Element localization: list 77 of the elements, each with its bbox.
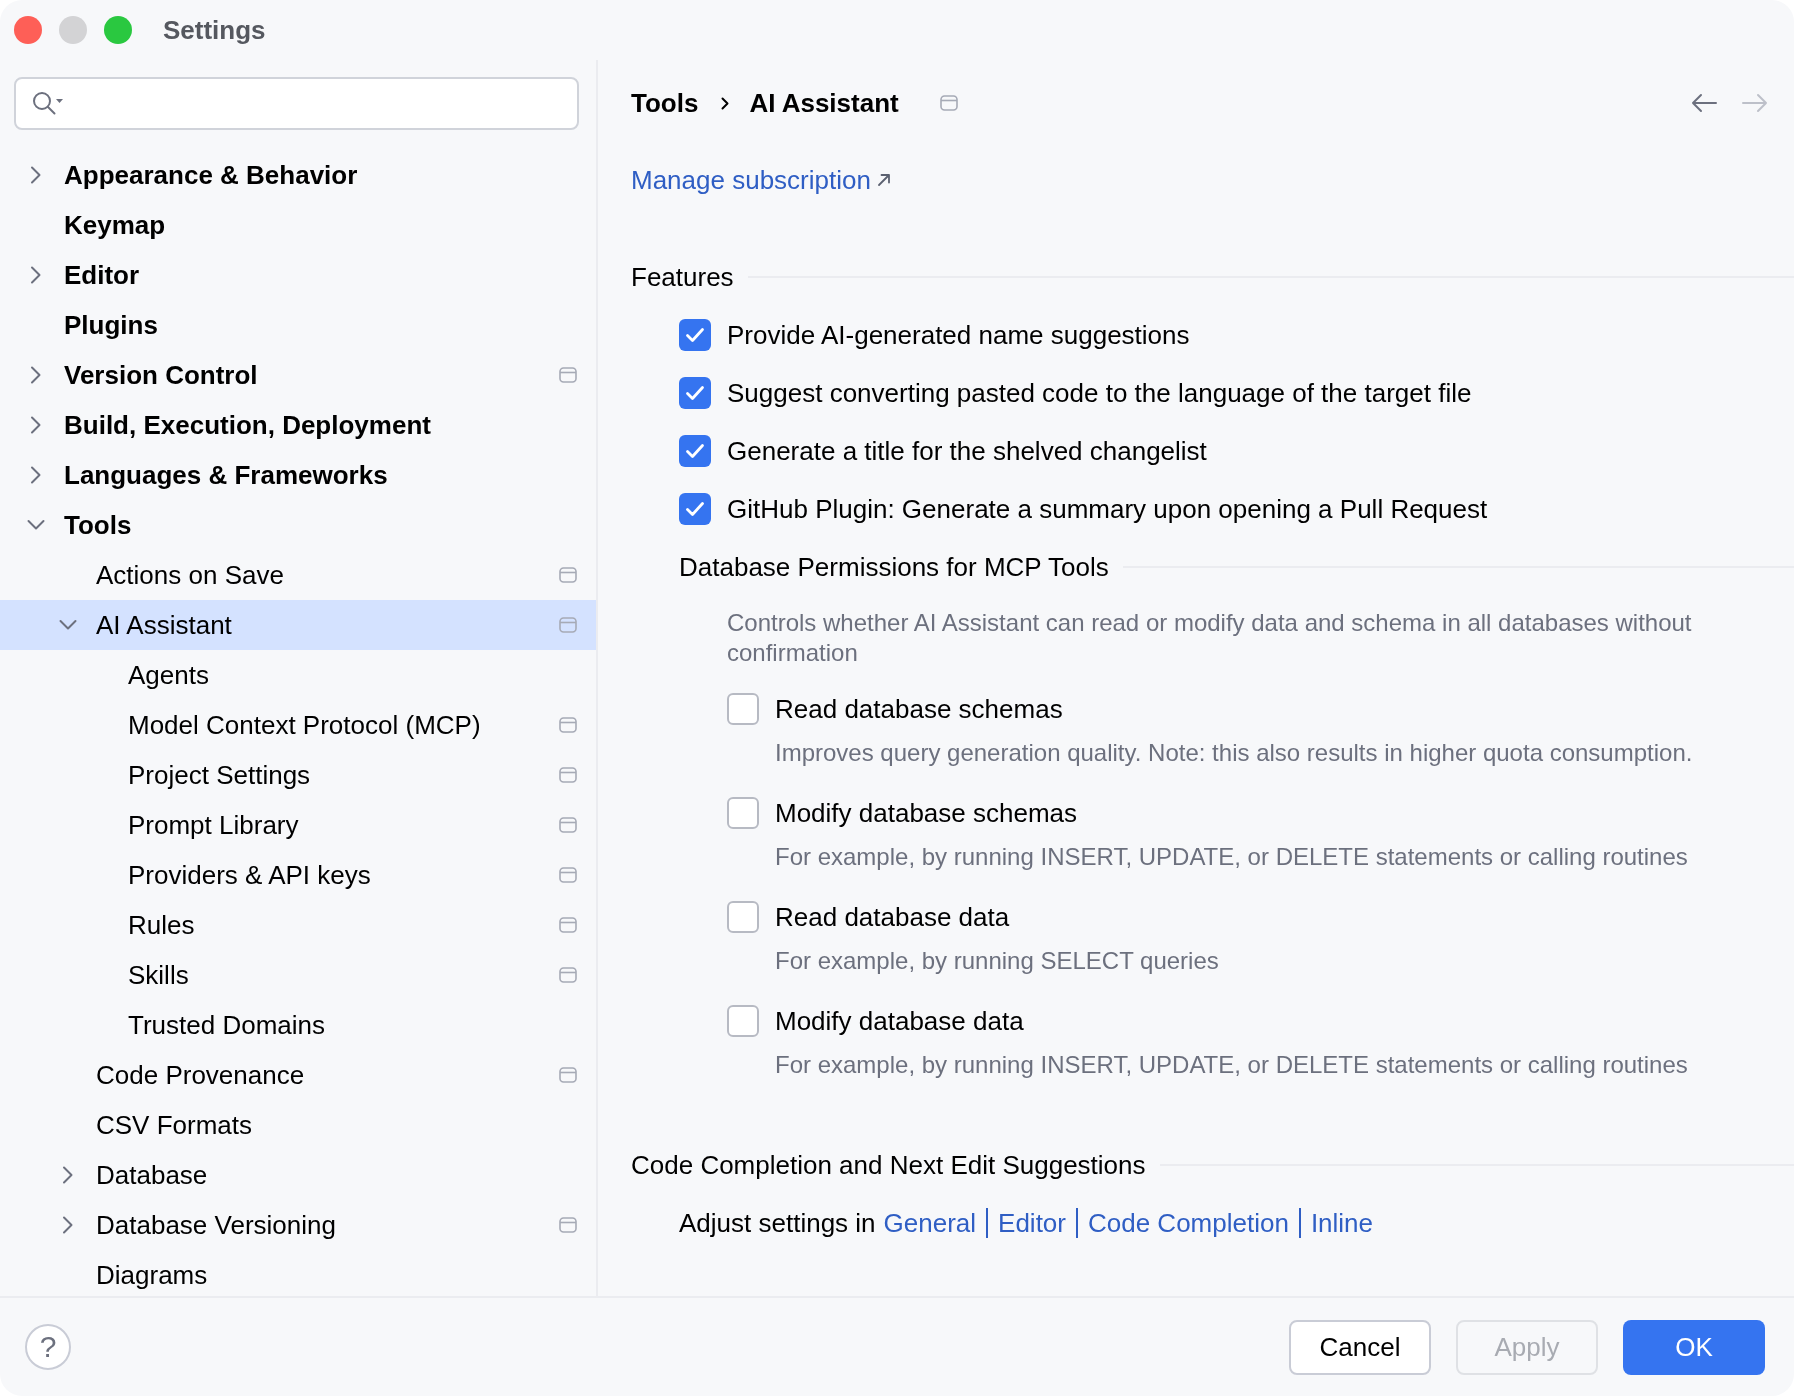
settings-link[interactable]: General <box>883 1208 977 1238</box>
checkbox-label: Read database schemas <box>775 694 1063 724</box>
checkbox[interactable] <box>727 693 759 725</box>
checkbox[interactable] <box>679 435 711 467</box>
checkbox-label: Modify database schemas <box>775 798 1078 828</box>
tree-item[interactable]: Agents <box>0 650 596 700</box>
section-title: Database Permissions for MCP Tools <box>679 552 1109 582</box>
tree-item[interactable]: Prompt Library <box>0 800 596 850</box>
settings-link[interactable]: Inline <box>1310 1208 1374 1238</box>
settings-link[interactable]: Editor <box>998 1208 1066 1238</box>
hint-text: For example, by running INSERT, UPDATE, or DELETE statements or calling routines <box>775 842 1688 872</box>
chevron-right-icon[interactable] <box>62 1166 74 1184</box>
tree-item[interactable]: Languages & Frameworks <box>0 450 596 500</box>
tree-item[interactable]: Trusted Domains <box>0 1000 596 1050</box>
tree-item[interactable]: Actions on Save <box>0 550 596 600</box>
chevron-right-icon[interactable] <box>30 466 42 484</box>
tree-item[interactable]: Tools <box>0 500 596 550</box>
left-arrow-icon[interactable] <box>1691 93 1717 113</box>
help-button[interactable]: ? <box>25 1324 71 1370</box>
chevron-right-icon[interactable] <box>30 266 42 284</box>
section-title: Code Completion and Next Edit Suggestions <box>631 1150 1146 1180</box>
checkmark-icon <box>685 443 705 459</box>
checkbox-label: Read database data <box>775 902 1010 932</box>
chevron-right-icon[interactable] <box>30 166 42 184</box>
checkbox-label: GitHub Plugin: Generate a summary upon opening a Pull Request <box>727 494 1488 524</box>
chevron-right-icon[interactable] <box>30 366 42 384</box>
dialog-button[interactable]: Cancel <box>1289 1319 1431 1375</box>
tree-item[interactable]: AI Assistant <box>0 600 596 650</box>
tree-item[interactable]: Code Provenance <box>0 1050 596 1100</box>
chevron-down-icon[interactable] <box>59 619 77 631</box>
checkmark-icon <box>685 501 705 517</box>
subscription-link[interactable]: Manage subscription <box>631 165 891 195</box>
breadcrumb-item: AI Assistant <box>749 88 899 118</box>
checkbox-label: Modify database data <box>775 1006 1024 1036</box>
tree-item[interactable]: Diagrams <box>0 1250 596 1296</box>
chevron-down-icon[interactable] <box>27 519 45 531</box>
checkbox[interactable] <box>679 493 711 525</box>
window-title: Settings <box>163 14 266 46</box>
checkbox-label: Provide AI-generated name suggestions <box>727 320 1190 350</box>
tree-item[interactable]: Keymap <box>0 200 596 250</box>
tree-item[interactable]: Database <box>0 1150 596 1200</box>
checkmark-icon <box>685 327 705 343</box>
tree-item[interactable]: Editor <box>0 250 596 300</box>
tree-item[interactable]: Model Context Protocol (MCP) <box>0 700 596 750</box>
checkbox[interactable] <box>727 797 759 829</box>
hint-text: For example, by running SELECT queries <box>775 946 1219 976</box>
chevron-right-icon[interactable] <box>62 1216 74 1234</box>
settings-text: Adjust settings in <box>679 1207 876 1239</box>
tree-item[interactable]: Project Settings <box>0 750 596 800</box>
checkbox-label: Generate a title for the shelved changelist <box>727 436 1207 466</box>
tree-item[interactable]: Rules <box>0 900 596 950</box>
description-text: Controls whether AI Assistant can read or modify data and schema in all databases without confirmation <box>727 608 1693 668</box>
close-button[interactable] <box>14 16 42 44</box>
hint-text: For example, by running INSERT, UPDATE, or DELETE statements or calling routines <box>775 1050 1688 1080</box>
chevron-right-icon[interactable] <box>30 416 42 434</box>
checkmark-icon <box>685 385 705 401</box>
checkbox[interactable] <box>679 377 711 409</box>
tree-item[interactable]: Version Control <box>0 350 596 400</box>
tree-item[interactable]: Plugins <box>0 300 596 350</box>
search-icon <box>32 90 64 117</box>
settings-link[interactable]: Code Completion <box>1088 1208 1289 1238</box>
tree-item[interactable]: Skills <box>0 950 596 1000</box>
breadcrumb-item: Tools <box>631 88 699 118</box>
search-field[interactable] <box>14 77 579 130</box>
tree-item[interactable]: Appearance & Behavior <box>0 150 596 200</box>
section-title: Features <box>631 262 734 292</box>
tree-item[interactable]: CSV Formats <box>0 1100 596 1150</box>
checkbox-label: Suggest converting pasted code to the language of the target file <box>727 378 1472 408</box>
checkbox[interactable] <box>679 319 711 351</box>
tree-item[interactable]: Database Versioning <box>0 1200 596 1250</box>
tree-item[interactable]: Providers & API keys <box>0 850 596 900</box>
checkbox[interactable] <box>727 1005 759 1037</box>
tree-item[interactable]: Build, Execution, Deployment <box>0 400 596 450</box>
dialog-button[interactable]: OK <box>1623 1319 1765 1375</box>
checkbox[interactable] <box>727 901 759 933</box>
chevron-right-icon <box>721 96 730 110</box>
hint-text: Improves query generation quality. Note: this also results in higher quota consumption. <box>775 738 1693 768</box>
